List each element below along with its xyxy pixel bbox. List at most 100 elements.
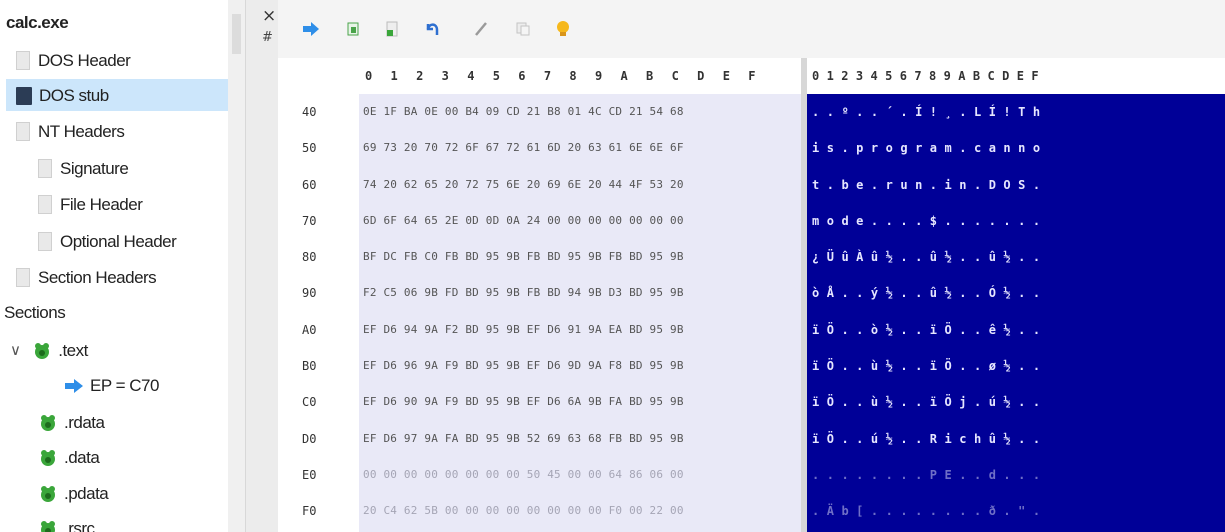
structure-tree: calc.exe DOS Header DOS stub NT Headers … xyxy=(0,0,245,532)
hex-row[interactable]: F2 C5 06 9B FD BD 95 9B FB BD 94 9B D3 B… xyxy=(359,275,801,311)
document-icon xyxy=(38,195,52,215)
ascii-row[interactable]: t.be.run.in.DOS. xyxy=(807,167,1225,203)
tree-item-label: Optional Header xyxy=(60,231,177,251)
tree-item-signature[interactable]: Signature xyxy=(38,152,129,184)
tree-item-label: EP = C70 xyxy=(90,375,159,395)
tree-item-optional-header[interactable]: Optional Header xyxy=(38,225,177,257)
tree-item-section-headers[interactable]: Section Headers xyxy=(16,261,157,293)
offset-cell: 50 xyxy=(302,141,317,156)
tree-item-label: DOS Header xyxy=(38,50,131,70)
offset-cell: B0 xyxy=(302,359,317,374)
bulb-icon[interactable] xyxy=(552,18,574,40)
pin-icon[interactable]: # xyxy=(262,30,273,45)
toolbar xyxy=(278,0,1225,59)
tree-item-dos-stub[interactable]: DOS stub xyxy=(6,79,230,111)
tree-item-label: Signature xyxy=(60,158,129,178)
tree-item-entry-point[interactable]: EP = C70 xyxy=(64,369,159,401)
tree-root-file[interactable]: calc.exe xyxy=(6,6,69,38)
section-icon xyxy=(41,520,55,532)
offset-cell: A0 xyxy=(302,322,317,337)
close-icon[interactable]: × xyxy=(262,6,276,26)
tree-item-label: .pdata xyxy=(64,483,109,503)
tree-item-label: DOS stub xyxy=(39,85,109,105)
ascii-row[interactable]: ïÖ..ù½..ïÖj.ú½.. xyxy=(807,384,1225,420)
tree-item-pdata-section[interactable]: .pdata xyxy=(38,477,109,509)
chevron-down-icon[interactable]: ∨ xyxy=(10,335,24,367)
tree-item-label: File Header xyxy=(60,194,143,214)
ascii-row[interactable]: ïÖ..ò½..ïÖ..ê½.. xyxy=(807,312,1225,348)
arrow-right-icon xyxy=(65,378,83,393)
refresh-green-icon[interactable] xyxy=(342,18,364,40)
hex-row[interactable]: BF DC FB C0 FB BD 95 9B FB BD 95 9B FB B… xyxy=(359,239,801,275)
hex-row[interactable]: 69 73 20 70 72 6F 67 72 61 6D 20 63 61 6… xyxy=(359,130,801,166)
tree-item-nt-headers[interactable]: NT Headers xyxy=(16,115,125,147)
hex-row[interactable]: EF D6 96 9A F9 BD 95 9B EF D6 9D 9A F8 B… xyxy=(359,348,801,384)
copy-icon[interactable] xyxy=(512,18,534,40)
section-icon xyxy=(35,342,50,359)
tree-item-file-header[interactable]: File Header xyxy=(38,188,143,220)
undo-icon[interactable] xyxy=(421,18,443,40)
offset-column: 40 50 60 70 80 90 A0 B0 C0 D0 E0 F0 xyxy=(278,94,359,532)
ascii-row[interactable]: òÅ..ý½..û½..Ó½.. xyxy=(807,275,1225,311)
tree-item-label: Section Headers xyxy=(38,267,157,287)
hex-row[interactable]: EF D6 90 9A F9 BD 95 9B EF D6 6A 9B FA B… xyxy=(359,384,801,420)
tree-item-data-section[interactable]: .data xyxy=(38,441,100,473)
offset-cell: C0 xyxy=(302,395,317,410)
ascii-pane[interactable]: ..º..´.Í!¸.LÍ!Th is.program.canno t.be.r… xyxy=(807,94,1225,532)
document-icon xyxy=(16,268,30,288)
panel-strip: × # xyxy=(245,0,279,532)
ascii-row[interactable]: .Äb[........ð.". xyxy=(807,493,1225,529)
document-icon xyxy=(16,51,30,71)
section-icon xyxy=(41,485,55,502)
hex-row[interactable]: 00 00 00 00 00 00 00 00 50 45 00 00 64 8… xyxy=(359,457,801,493)
tree-item-label: .text xyxy=(58,340,88,360)
dos-stub-icon xyxy=(16,86,32,105)
ascii-row[interactable]: ..º..´.Í!¸.LÍ!Th xyxy=(807,94,1225,130)
tree-item-dos-header[interactable]: DOS Header xyxy=(16,44,131,76)
pencil-icon[interactable] xyxy=(470,18,492,40)
offset-cell: 80 xyxy=(302,250,317,265)
ascii-column-header: 0123456789ABCDEF xyxy=(812,69,1046,83)
hex-row[interactable]: EF D6 94 9A F2 BD 95 9B EF D6 91 9A EA B… xyxy=(359,312,801,348)
scrollbar-thumb[interactable] xyxy=(232,14,241,54)
offset-cell: 70 xyxy=(302,213,317,228)
tree-item-text-section[interactable]: ∨ .text xyxy=(10,334,88,366)
tree-item-rdata-section[interactable]: .rdata xyxy=(38,406,105,438)
hex-row[interactable]: 74 20 62 65 20 72 75 6E 20 69 6E 20 44 4… xyxy=(359,167,801,203)
offset-cell: E0 xyxy=(302,467,317,482)
tree-scrollbar[interactable] xyxy=(228,0,245,532)
offset-cell: D0 xyxy=(302,431,317,446)
tree-item-rsrc-section[interactable]: .rsrc xyxy=(38,512,95,532)
ascii-row[interactable]: ........PE..d... xyxy=(807,457,1225,493)
section-icon xyxy=(41,449,55,466)
ascii-row[interactable]: ¿ÜûÀû½..û½..û½.. xyxy=(807,239,1225,275)
hex-row[interactable]: EF D6 97 9A FA BD 95 9B 52 69 63 68 FB B… xyxy=(359,421,801,457)
tree-item-label: .rsrc xyxy=(64,518,95,532)
ascii-row[interactable]: is.program.canno xyxy=(807,130,1225,166)
offset-cell: 40 xyxy=(302,105,317,119)
document-icon xyxy=(38,159,52,179)
hex-editor: 0 1 2 3 4 5 6 7 8 9 A B C D E F 01234567… xyxy=(278,58,1225,532)
hex-bytes-pane[interactable]: 0E 1F BA 0E 00 B4 09 CD 21 B8 01 4C CD 2… xyxy=(359,94,801,532)
hex-header: 0 1 2 3 4 5 6 7 8 9 A B C D E F 01234567… xyxy=(278,58,1225,94)
hex-row[interactable]: 6D 6F 64 65 2E 0D 0D 0A 24 00 00 00 00 0… xyxy=(359,203,801,239)
file-name: calc.exe xyxy=(6,12,69,32)
hex-row[interactable]: 0E 1F BA 0E 00 B4 09 CD 21 B8 01 4C CD 2… xyxy=(359,94,801,130)
offset-cell: F0 xyxy=(302,504,317,519)
hex-column-header: 0 1 2 3 4 5 6 7 8 9 A B C D E F xyxy=(365,69,762,83)
offset-cell: 60 xyxy=(302,177,317,192)
tree-item-label: Sections xyxy=(4,302,66,322)
document-icon xyxy=(38,232,52,252)
tree-item-label: NT Headers xyxy=(38,121,125,141)
page-green-icon[interactable] xyxy=(381,18,403,40)
tree-item-sections[interactable]: Sections xyxy=(4,296,66,328)
document-icon xyxy=(16,122,30,142)
hex-row[interactable]: 20 C4 62 5B 00 00 00 00 00 00 00 00 F0 0… xyxy=(359,493,801,529)
section-icon xyxy=(41,414,55,431)
ascii-row[interactable]: ïÖ..ù½..ïÖ..ø½.. xyxy=(807,348,1225,384)
offset-cell: 90 xyxy=(302,286,317,301)
forward-arrow-icon[interactable] xyxy=(300,18,322,40)
ascii-row[interactable]: ïÖ..ú½..Richû½.. xyxy=(807,421,1225,457)
tree-item-label: .data xyxy=(64,447,100,467)
ascii-row[interactable]: mode....$....... xyxy=(807,203,1225,239)
